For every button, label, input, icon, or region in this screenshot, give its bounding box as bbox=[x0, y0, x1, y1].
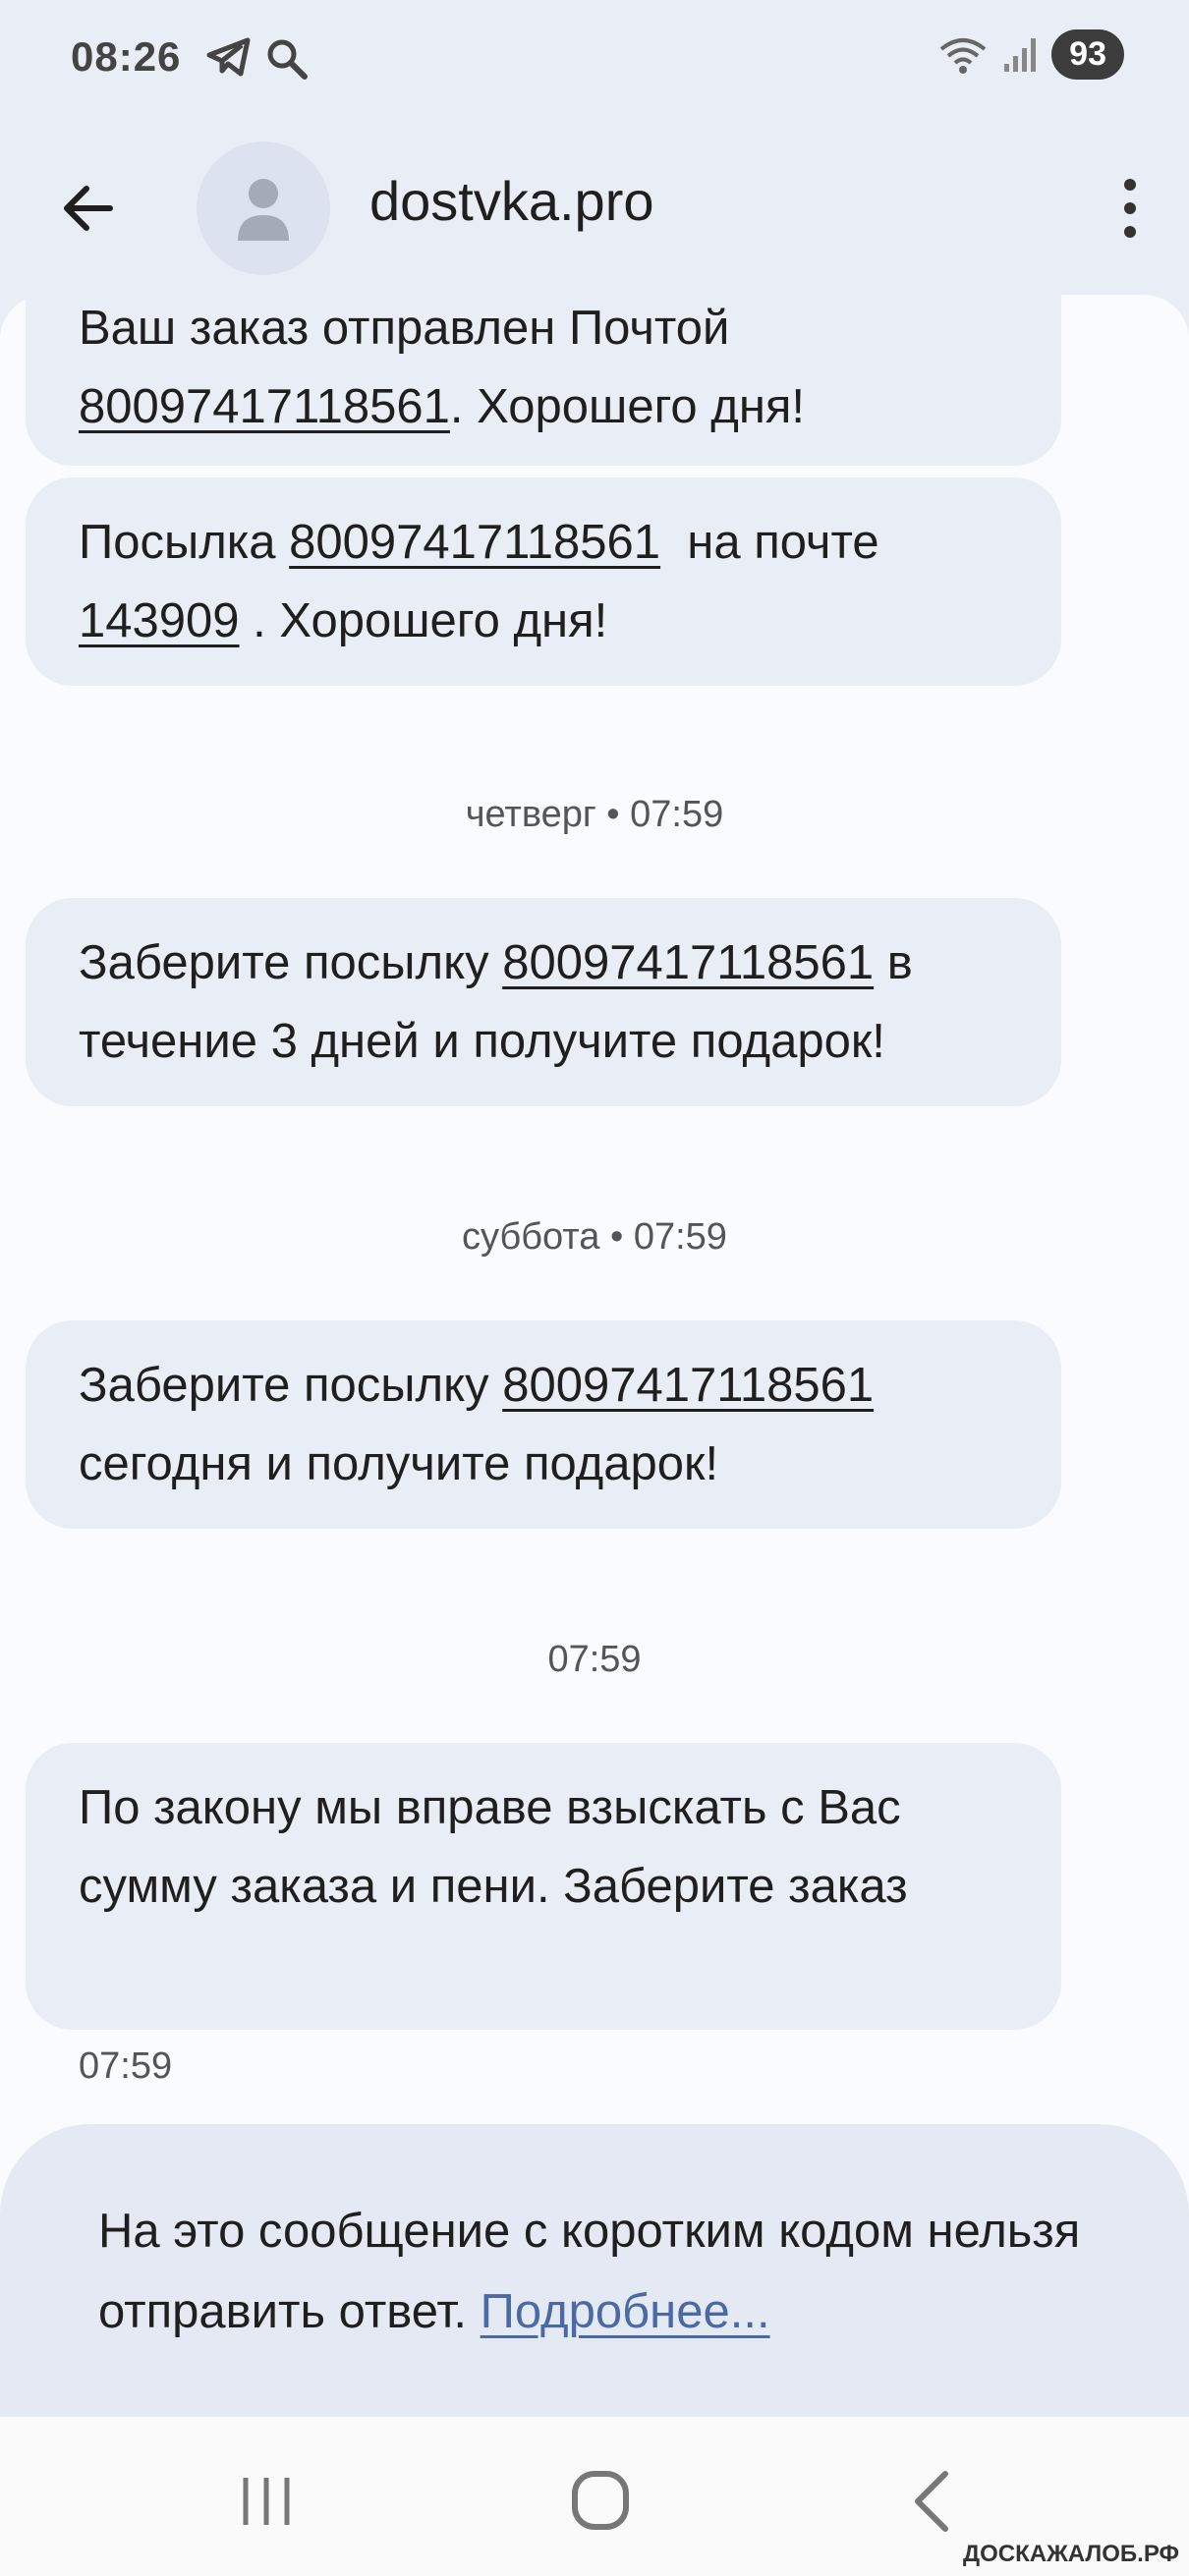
battery-indicator: 93 bbox=[1051, 29, 1124, 80]
postcode-link[interactable]: 143909 bbox=[79, 594, 240, 647]
date-divider: суббота • 07:59 bbox=[462, 1216, 727, 1258]
back-nav-icon bbox=[915, 2471, 948, 2532]
message-text: Ваш заказ отправлен Почтой bbox=[79, 302, 730, 355]
home-icon bbox=[572, 2471, 629, 2530]
tracking-number-link[interactable]: 80097417118561 bbox=[502, 936, 874, 989]
message-bubble[interactable]: По закону мы вправе взыскать с Вас сумму… bbox=[26, 1743, 1061, 2030]
status-time: 08:26 bbox=[71, 33, 182, 80]
message-text: Заберите посылку bbox=[79, 936, 503, 989]
message-bubble[interactable]: Ваш заказ отправлен Почтой 8009741711856… bbox=[26, 295, 1061, 466]
message-bubble[interactable]: Заберите посылку 80097417118561 сегодня … bbox=[26, 1320, 1061, 1529]
telegram-icon bbox=[206, 37, 251, 77]
message-bubble[interactable]: Заберите посылку 80097417118561 в течени… bbox=[26, 898, 1061, 1106]
more-vert-icon bbox=[1124, 179, 1136, 238]
wifi-icon bbox=[939, 37, 987, 74]
home-button[interactable] bbox=[555, 2462, 644, 2541]
status-bar: 08:26 93 bbox=[0, 0, 1189, 118]
message-text: . Хорошего дня! bbox=[449, 380, 806, 433]
date-divider: четверг • 07:59 bbox=[465, 794, 724, 835]
recent-apps-button[interactable] bbox=[222, 2462, 311, 2541]
message-text: сегодня и получите подарок! bbox=[79, 1437, 719, 1490]
learn-more-link[interactable]: Подробнее... bbox=[481, 2285, 770, 2338]
message-text: Заберите посылку bbox=[79, 1359, 503, 1412]
status-system-icons: 93 bbox=[937, 29, 1124, 80]
reply-disabled-notice: На это сообщение с коротким кодом нельзя… bbox=[0, 2124, 1189, 2419]
message-text: По закону мы вправе взыскать с Вас сумму… bbox=[79, 1781, 908, 1913]
person-icon bbox=[238, 179, 289, 241]
conversation-list[interactable]: Ваш заказ отправлен Почтой 8009741711856… bbox=[0, 295, 1189, 2417]
tracking-number-link[interactable]: 80097417118561 bbox=[289, 516, 660, 569]
message-text: на почте bbox=[660, 516, 893, 569]
message-bubble[interactable]: Посылка 80097417118561 на почте 143909 .… bbox=[26, 477, 1061, 686]
signal-icon bbox=[1004, 37, 1037, 72]
back-nav-button[interactable] bbox=[888, 2462, 977, 2541]
arrow-back-icon bbox=[64, 186, 113, 231]
app-bar: dostvka.pro bbox=[0, 118, 1189, 295]
status-notification-icons bbox=[206, 37, 309, 81]
contact-avatar[interactable] bbox=[197, 141, 330, 275]
contact-title: dostvka.pro bbox=[369, 170, 654, 232]
recents-icon bbox=[243, 2478, 290, 2525]
tracking-number-link[interactable]: 80097417118561 bbox=[502, 1359, 874, 1412]
more-options-button[interactable] bbox=[1101, 169, 1160, 248]
search-icon bbox=[267, 39, 308, 80]
watermark: ДОСКАЖАЛОБ.РФ bbox=[963, 2541, 1179, 2567]
tracking-number-link[interactable]: 80097417118561 bbox=[79, 380, 450, 433]
message-text: . Хорошего дня! bbox=[239, 594, 608, 647]
message-timestamp: 07:59 bbox=[79, 2045, 173, 2087]
message-text: Посылка bbox=[79, 516, 290, 569]
date-divider: 07:59 bbox=[547, 1639, 642, 1680]
system-nav-bar: ДОСКАЖАЛОБ.РФ bbox=[0, 2417, 1189, 2576]
back-button[interactable] bbox=[51, 169, 130, 248]
